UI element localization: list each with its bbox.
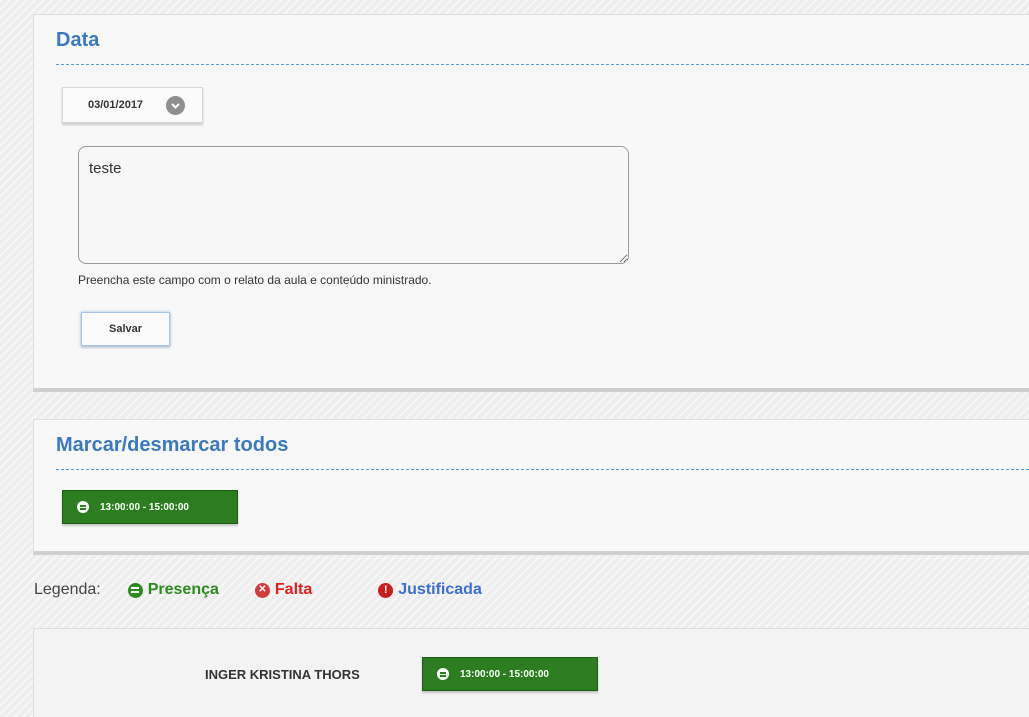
student-name: INGER KRISTINA THORS: [205, 667, 360, 682]
date-value: 03/01/2017: [88, 99, 144, 111]
legend-item-label: Presença: [147, 581, 219, 598]
presence-icon: [77, 501, 89, 513]
justified-icon: !: [378, 582, 394, 598]
legend-item-justified: ! Justificada: [378, 581, 482, 599]
presence-icon: [127, 582, 143, 598]
class-report-textarea[interactable]: teste: [78, 146, 629, 264]
section-divider: [56, 64, 1029, 65]
save-button[interactable]: Salvar: [81, 312, 170, 346]
legend: Legenda: Presença ✕ Falta ! Justificada: [34, 579, 482, 601]
chevron-down-icon[interactable]: [166, 96, 185, 115]
time-range-label: 13:00:00 - 15:00:00: [100, 501, 189, 513]
presence-icon: [437, 668, 449, 680]
date-section-title: Data: [56, 29, 100, 51]
report-help-text: Preencha este campo com o relato da aula…: [78, 273, 432, 287]
legend-item-presence: Presença: [127, 581, 219, 599]
legend-label: Legenda:: [34, 581, 101, 598]
time-range-label: 13:00:00 - 15:00:00: [460, 668, 549, 680]
date-panel: Data 03/01/2017 teste Preencha este camp…: [33, 14, 1029, 392]
legend-item-label: Justificada: [398, 581, 482, 598]
absence-icon: ✕: [254, 582, 270, 598]
mark-all-time-button[interactable]: 13:00:00 - 15:00:00: [62, 490, 238, 524]
mark-all-title: Marcar/desmarcar todos: [56, 434, 289, 456]
legend-item-absence: ✕ Falta: [254, 581, 313, 599]
date-dropdown[interactable]: 03/01/2017: [62, 87, 203, 123]
mark-all-panel: Marcar/desmarcar todos 13:00:00 - 15:00:…: [33, 419, 1029, 555]
student-attendance-panel: INGER KRISTINA THORS 13:00:00 - 15:00:00: [33, 628, 1029, 717]
section-divider: [56, 469, 1029, 470]
student-attendance-button[interactable]: 13:00:00 - 15:00:00: [422, 657, 598, 691]
legend-item-label: Falta: [274, 581, 313, 598]
